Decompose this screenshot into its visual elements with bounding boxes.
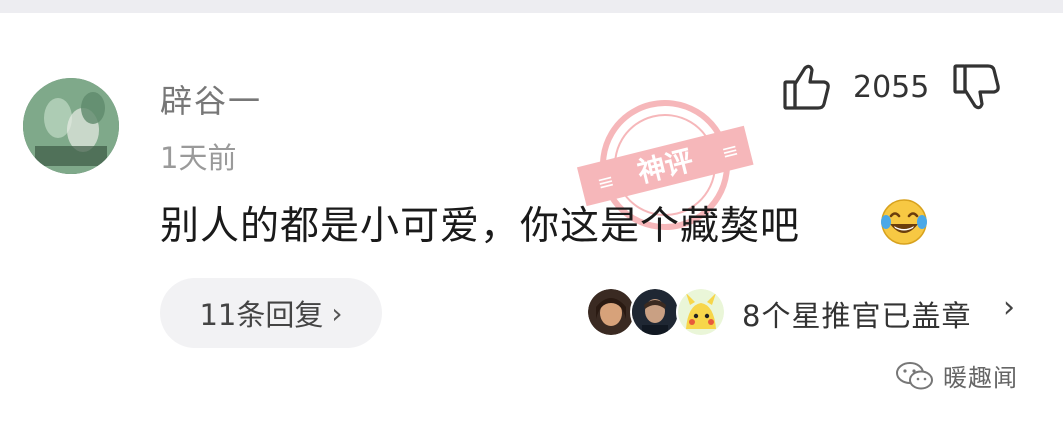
- chevron-right-icon: ›: [331, 296, 343, 330]
- reviewer-avatar: [630, 287, 680, 337]
- wechat-icon: [896, 361, 933, 389]
- top-divider-strip: [0, 0, 1063, 13]
- reviewer-avatar: [676, 287, 726, 337]
- source-watermark: 暖趣闻: [895, 358, 1018, 393]
- star-reviewer-avatars[interactable]: [586, 287, 726, 337]
- comment-text: 别人的都是小可爱，你这是个藏獒吧: [160, 204, 801, 249]
- view-replies-button[interactable]: 11条回复 ›: [160, 278, 382, 348]
- laughing-tears-emoji-icon: [880, 198, 928, 246]
- user-avatar[interactable]: [23, 78, 119, 174]
- chevron-right-icon[interactable]: ›: [1003, 290, 1015, 325]
- comment-timestamp: 1天前: [160, 141, 237, 175]
- comment-username[interactable]: 辟谷一: [160, 76, 262, 122]
- reviewer-avatar: [586, 287, 636, 337]
- replies-label: 11条回复: [199, 298, 324, 332]
- stamp-text: 神评: [634, 144, 696, 190]
- thumbs-up-icon[interactable]: [780, 60, 834, 114]
- like-count: 2055: [853, 70, 930, 105]
- watermark-text: 暖趣闻: [943, 364, 1018, 392]
- thumbs-down-icon[interactable]: [950, 60, 1004, 114]
- stars-stamp-label[interactable]: 8个星推官已盖章: [742, 293, 971, 335]
